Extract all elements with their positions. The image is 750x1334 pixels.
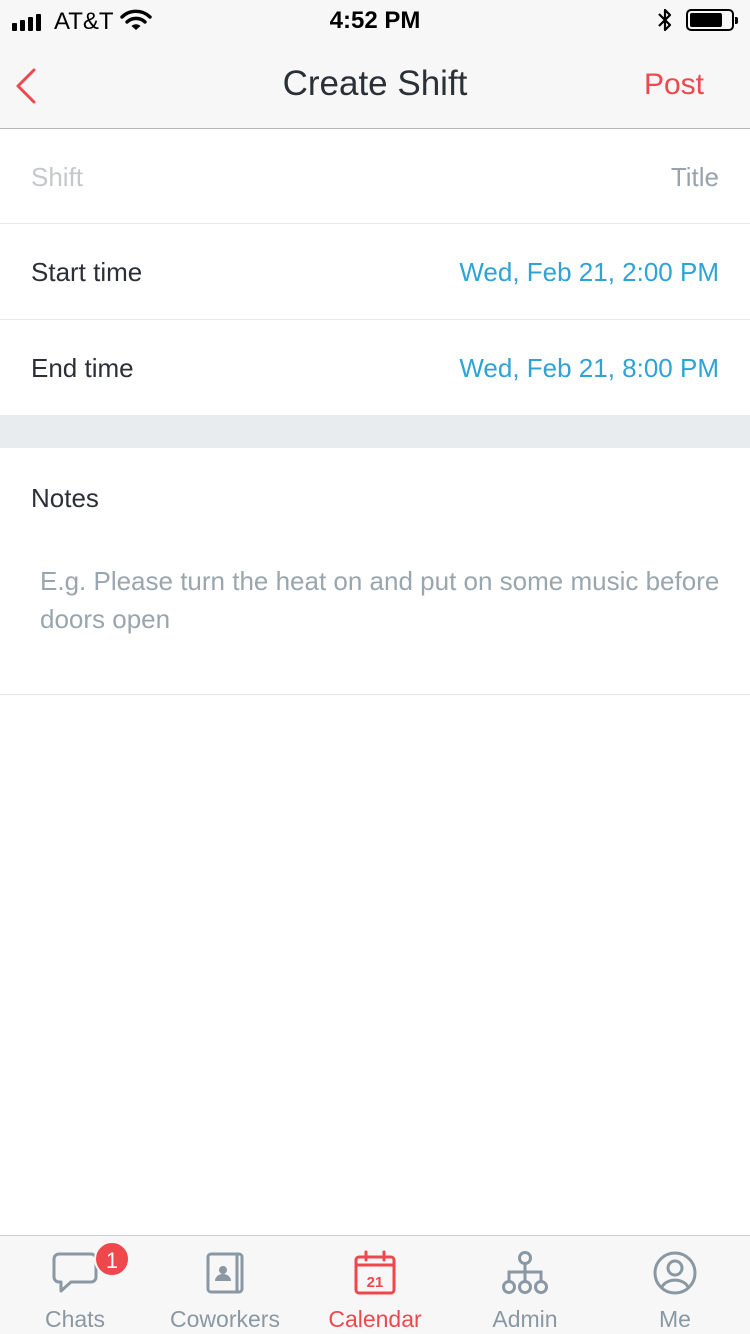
tab-calendar[interactable]: 21 Calendar [300, 1236, 450, 1334]
back-button[interactable] [10, 64, 50, 108]
tab-label-me: Me [659, 1306, 691, 1332]
notes-label: Notes [31, 483, 99, 513]
status-time: 4:52 PM [329, 7, 421, 34]
tab-label-calendar: Calendar [328, 1306, 422, 1332]
profile-icon [652, 1250, 698, 1301]
calendar-day-number: 21 [367, 1274, 384, 1291]
start-time-row[interactable]: Start time Wed, Feb 21, 2:00 PM [0, 224, 750, 320]
end-time-row[interactable]: End time Wed, Feb 21, 8:00 PM [0, 320, 750, 415]
tab-label-admin: Admin [492, 1306, 558, 1332]
battery-icon [686, 9, 738, 31]
notes-textarea[interactable] [40, 562, 720, 672]
tab-label-chats: Chats [44, 1306, 106, 1332]
chats-unread-badge: 1 [94, 1241, 130, 1277]
start-time-value[interactable]: Wed, Feb 21, 2:00 PM [459, 257, 719, 288]
tab-coworkers[interactable]: Coworkers [150, 1236, 300, 1334]
status-bar: AT&T 4:52 PM [0, 0, 750, 40]
tab-me[interactable]: Me [600, 1236, 750, 1334]
tab-label-coworkers: Coworkers [170, 1306, 280, 1332]
chevron-left-icon [16, 68, 36, 104]
org-chart-icon [501, 1250, 549, 1301]
tab-bar: 1 Chats Coworkers 21 Calendar Admin Me [0, 1235, 750, 1334]
calendar-icon: 21 [353, 1250, 397, 1301]
post-button[interactable]: Post [644, 68, 704, 102]
page-title: Create Shift [282, 64, 468, 103]
bluetooth-icon [656, 7, 674, 38]
chat-bubble-icon [51, 1250, 99, 1301]
shift-title-input[interactable] [31, 157, 551, 197]
contact-book-icon [204, 1250, 246, 1301]
tab-admin[interactable]: Admin [450, 1236, 600, 1334]
start-time-label: Start time [31, 257, 143, 287]
tab-chats[interactable]: 1 Chats [0, 1236, 150, 1334]
end-time-value[interactable]: Wed, Feb 21, 8:00 PM [459, 353, 719, 384]
shift-title-label: Title [670, 162, 719, 192]
navigation-bar: Create Shift Post [0, 40, 750, 129]
section-divider [0, 415, 750, 448]
end-time-label: End time [31, 353, 134, 383]
notes-section: Notes [0, 448, 750, 695]
battery-level [690, 13, 722, 27]
shift-title-row: Title [0, 129, 750, 224]
